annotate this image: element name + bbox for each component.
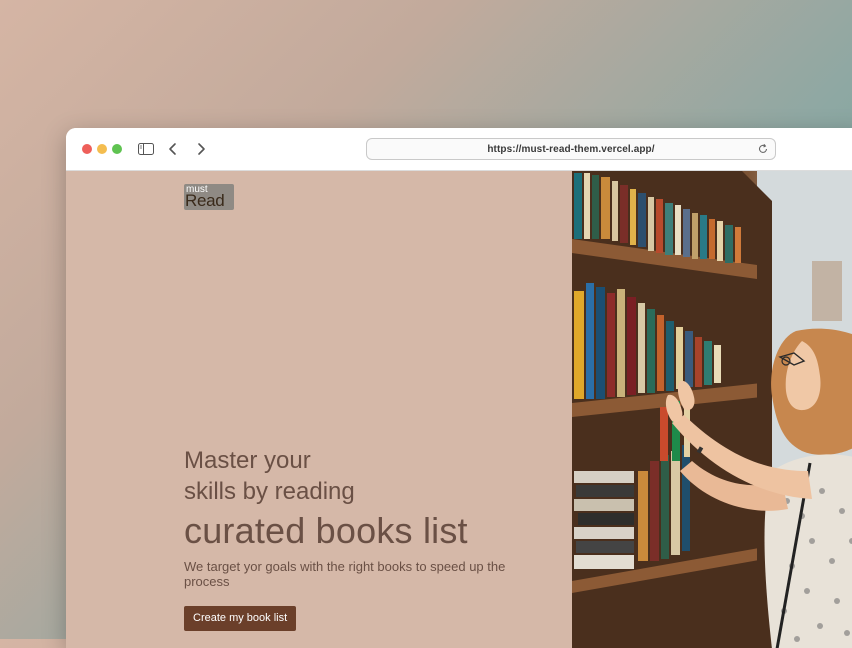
hero-subtitle: We target yor goals with the right books… [184, 559, 506, 589]
hero-heading-line-2: skills by reading [184, 478, 355, 505]
hero-panel: must Read Master your skills by reading … [66, 171, 572, 648]
logo-main-text: Read [185, 191, 225, 210]
browser-window: https://must-read-them.vercel.app/ must … [66, 128, 852, 648]
back-icon[interactable] [164, 140, 182, 158]
library-photo [572, 171, 852, 648]
forward-icon[interactable] [192, 140, 210, 158]
site-logo[interactable]: must Read [184, 184, 234, 210]
minimize-window-button[interactable] [97, 144, 107, 154]
address-bar[interactable]: https://must-read-them.vercel.app/ [366, 138, 776, 160]
url-text: https://must-read-them.vercel.app/ [487, 143, 655, 155]
web-page: must Read Master your skills by reading … [66, 171, 852, 648]
reload-icon[interactable] [757, 142, 769, 154]
create-book-list-button[interactable]: Create my book list [184, 606, 297, 631]
sidebar-icon[interactable] [137, 140, 155, 158]
hero-heading-line-1: Master your [184, 447, 311, 474]
maximize-window-button[interactable] [112, 144, 122, 154]
browser-toolbar: https://must-read-them.vercel.app/ [66, 128, 852, 171]
close-window-button[interactable] [82, 144, 92, 154]
hero-heading-line-3: curated books list [184, 510, 468, 551]
